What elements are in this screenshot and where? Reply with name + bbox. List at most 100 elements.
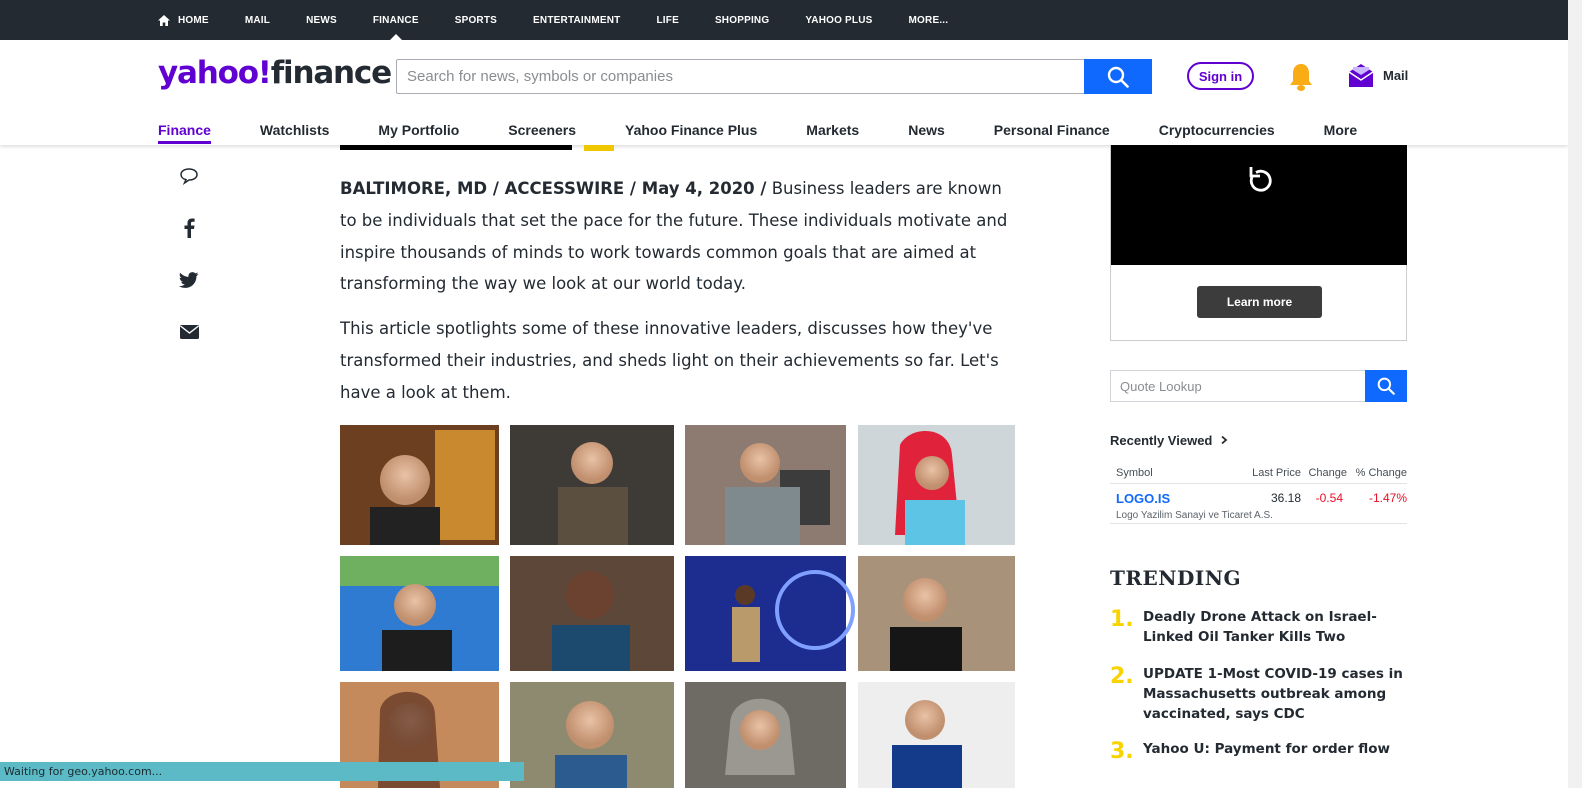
portrait-photo [510, 556, 674, 671]
top-nav-yahoo-plus[interactable]: YAHOO PLUS [805, 15, 872, 26]
top-nav-label: ENTERTAINMENT [533, 14, 621, 26]
search-icon [1107, 66, 1129, 88]
top-nav-sports[interactable]: SPORTS [455, 15, 497, 26]
quote-symbol-link[interactable]: LOGO.IS [1116, 491, 1170, 506]
search-icon [1377, 377, 1395, 395]
search-button[interactable] [1084, 59, 1152, 94]
portrait-photo [858, 682, 1015, 788]
quote-last-price: 36.18 [1270, 491, 1301, 505]
comment-button[interactable] [178, 165, 200, 187]
yahoo-finance-logo[interactable]: yahoo!finance [158, 55, 392, 91]
quote-lookup-button[interactable] [1365, 370, 1407, 402]
twitter-share-button[interactable] [178, 269, 200, 291]
sub-nav-personal-finance[interactable]: Personal Finance [994, 122, 1110, 144]
table-header: Symbol Last Price Change % Change [1110, 462, 1407, 484]
quote-pct-change: -1.47% [1368, 491, 1407, 505]
column-header-change: Change [1308, 467, 1347, 479]
chevron-right-icon [1221, 435, 1228, 445]
facebook-share-button[interactable] [178, 217, 200, 239]
logo-yahoo: yahoo! [158, 55, 272, 91]
portrait-photo [510, 425, 674, 545]
sub-nav-markets[interactable]: Markets [806, 122, 859, 144]
top-nav-more[interactable]: MORE... [909, 15, 949, 26]
portrait-photo [858, 425, 1015, 545]
top-nav-news[interactable]: NEWS [306, 15, 337, 26]
top-nav-label: FINANCE [372, 14, 419, 26]
trending-headline[interactable]: UPDATE 1-Most COVID-19 cases in Massachu… [1143, 664, 1413, 724]
finance-sub-nav: Finance Watchlists My Portfolio Screener… [158, 122, 1406, 144]
search-input[interactable] [397, 60, 1084, 93]
portrait-photo [685, 682, 846, 788]
column-header-last-price: Last Price [1252, 467, 1301, 479]
email-icon [179, 325, 199, 339]
trending-headline[interactable]: Deadly Drone Attack on Israel-Linked Oil… [1143, 607, 1413, 647]
replay-icon[interactable] [1245, 165, 1275, 197]
recently-viewed-table: Symbol Last Price Change % Change LOGO.I… [1110, 462, 1407, 524]
sub-nav-news[interactable]: News [908, 122, 945, 144]
portrait-photo [685, 556, 855, 671]
top-nav-label: YAHOO PLUS [805, 14, 873, 26]
trending-number: 2. [1110, 664, 1134, 689]
logo-finance: finance [270, 55, 392, 91]
top-nav-entertainment[interactable]: ENTERTAINMENT [533, 15, 620, 26]
page-scrollbar[interactable] [1568, 0, 1582, 788]
portrait-grid-image [340, 425, 1015, 788]
site-header: yahoo!finance Sign in Mail Finance Watch… [0, 40, 1568, 145]
trending-headline[interactable]: Yahoo U: Payment for order flow [1143, 739, 1413, 759]
sub-nav-finance[interactable]: Finance [158, 122, 211, 144]
table-row: LOGO.IS 36.18 -0.54 -1.47% Logo Yazilim … [1110, 484, 1407, 524]
sub-nav-yahoo-finance-plus[interactable]: Yahoo Finance Plus [625, 122, 757, 144]
article-paragraph-2: This article spotlights some of these in… [340, 319, 999, 402]
trending-item[interactable]: 1. Deadly Drone Attack on Israel-Linked … [1110, 607, 1410, 651]
sub-nav-screeners[interactable]: Screeners [508, 122, 576, 144]
trending-item[interactable]: 3. Yahoo U: Payment for order flow [1110, 739, 1413, 764]
quote-change: -0.54 [1315, 491, 1343, 505]
quote-lookup [1110, 370, 1407, 402]
article-body: BALTIMORE, MD / ACCESSWIRE / May 4, 2020… [340, 173, 1020, 422]
trending-title: TRENDING [1110, 566, 1242, 590]
sub-nav-more[interactable]: More [1324, 122, 1357, 144]
portrait-photo [340, 425, 499, 545]
sign-in-button[interactable]: Sign in [1187, 62, 1254, 90]
sub-nav-cryptocurrencies[interactable]: Cryptocurrencies [1159, 122, 1275, 144]
portrait-photo [510, 682, 674, 788]
top-nav-shopping[interactable]: SHOPPING [715, 15, 769, 26]
mail-icon[interactable] [1348, 62, 1374, 88]
trending-number: 3. [1110, 739, 1134, 764]
quote-company-name: Logo Yazilim Sanayi ve Ticaret A.S. [1116, 510, 1273, 521]
top-nav-label: SPORTS [454, 14, 498, 26]
search-bar [396, 59, 1152, 94]
email-share-button[interactable] [178, 321, 200, 343]
top-nav-mail[interactable]: MAIL [245, 15, 270, 26]
column-header-pct-change: % Change [1355, 467, 1407, 479]
top-nav-home[interactable]: HOME [158, 14, 209, 26]
top-nav-label: SHOPPING [714, 14, 770, 26]
recently-viewed-title[interactable]: Recently Viewed [1110, 433, 1229, 448]
facebook-icon [184, 218, 195, 238]
article-hero-accent [584, 145, 614, 151]
trending-number: 1. [1110, 607, 1134, 632]
twitter-icon [179, 271, 199, 288]
learn-more-button[interactable]: Learn more [1197, 286, 1322, 318]
article-photo-collage [340, 425, 1015, 788]
top-nav-label: NEWS [306, 14, 337, 26]
sub-nav-watchlists[interactable]: Watchlists [260, 122, 330, 144]
top-nav-label: LIFE [656, 14, 679, 26]
top-nav-finance[interactable]: FINANCE [372, 14, 419, 40]
sub-nav-my-portfolio[interactable]: My Portfolio [378, 122, 459, 144]
comment-icon [180, 168, 198, 185]
recently-viewed-label: Recently Viewed [1110, 433, 1213, 448]
browser-status-bar: Waiting for geo.yahoo.com... [0, 762, 524, 781]
ad-video-player[interactable] [1111, 145, 1407, 265]
article-hero-edge [340, 145, 572, 150]
portrait-photo [340, 556, 499, 671]
home-icon [158, 14, 170, 26]
top-nav-life[interactable]: LIFE [656, 15, 678, 26]
mail-link[interactable]: Mail [1383, 68, 1408, 83]
top-nav-bar: HOME MAIL NEWS FINANCE SPORTS ENTERTAINM… [0, 0, 1568, 40]
bell-icon[interactable] [1288, 62, 1314, 92]
article-dateline: BALTIMORE, MD / ACCESSWIRE / May 4, 2020… [340, 179, 767, 198]
quote-lookup-input[interactable] [1111, 371, 1365, 401]
portrait-photo [858, 556, 1015, 671]
trending-item[interactable]: 2. UPDATE 1-Most COVID-19 cases in Massa… [1110, 664, 1410, 728]
